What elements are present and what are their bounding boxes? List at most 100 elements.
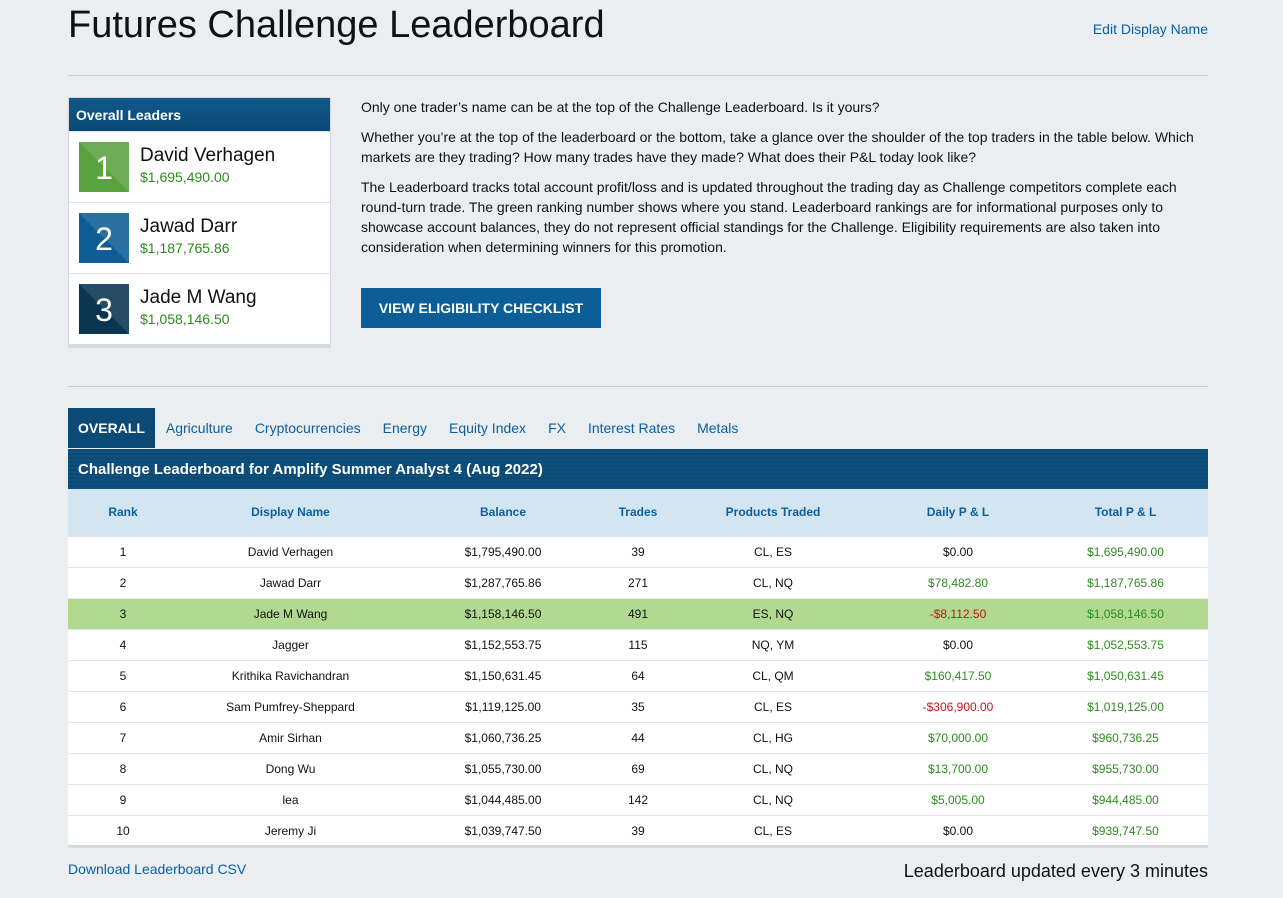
- cell-display-name: Jawad Darr: [259, 575, 322, 590]
- cell-rank: 5: [119, 668, 127, 683]
- leaderboard-title: Challenge Leaderboard for Amplify Summer…: [68, 449, 1208, 489]
- cell-rank: 6: [119, 699, 127, 714]
- cell-daily-pnl: $160,417.50: [924, 668, 992, 683]
- cell-trades: 35: [631, 699, 645, 714]
- column-header-daily-pnl[interactable]: Daily P & L: [873, 489, 1043, 536]
- cell-display-name: Jagger: [272, 637, 309, 652]
- cell-products-traded: CL, ES: [753, 823, 792, 838]
- cell-display-name: Sam Pumfrey-Sheppard: [226, 699, 355, 714]
- table-row: 8 Dong Wu $1,055,730.00 69 CL, NQ $13,700.00 $…: [68, 753, 1208, 784]
- cell-balance: $1,060,736.25: [464, 730, 542, 745]
- leader-balance: $1,058,146.50: [140, 311, 230, 327]
- cell-daily-pnl: $78,482.80: [927, 575, 989, 590]
- page: Futures Challenge Leaderboard Edit Displ…: [68, 0, 1208, 881]
- cell-display-name: David Verhagen: [247, 544, 334, 559]
- column-header-total-pnl[interactable]: Total P & L: [1043, 489, 1208, 536]
- tab-energy[interactable]: Energy: [372, 408, 438, 448]
- view-eligibility-checklist-button[interactable]: VIEW ELIGIBILITY CHECKLIST: [361, 288, 601, 328]
- cell-rank: 4: [119, 637, 127, 652]
- page-title: Futures Challenge Leaderboard: [68, 4, 605, 46]
- tab-agriculture[interactable]: Agriculture: [155, 408, 244, 448]
- column-header-balance[interactable]: Balance: [403, 489, 603, 536]
- edit-display-name-link[interactable]: Edit Display Name: [1093, 21, 1208, 37]
- cell-trades: 69: [631, 761, 645, 776]
- tab-overall[interactable]: OVERALL: [68, 408, 155, 448]
- cell-display-name: Jeremy Ji: [264, 823, 317, 838]
- cell-products-traded: CL, HG: [752, 730, 793, 745]
- page-header: Futures Challenge Leaderboard Edit Displ…: [68, 0, 1208, 76]
- leaderboard-body: 1 David Verhagen $1,795,490.00 39 CL, ES $0.0…: [68, 536, 1208, 846]
- column-header-trades[interactable]: Trades: [603, 489, 673, 536]
- cell-daily-pnl: $0.00: [942, 823, 974, 838]
- cell-daily-pnl: $13,700.00: [927, 761, 989, 776]
- intro-paragraph: Whether you’re at the top of the leaderb…: [361, 129, 1194, 165]
- table-row: 2 Jawad Darr $1,287,765.86 271 CL, NQ $78,482…: [68, 567, 1208, 598]
- intro-paragraph: Only one trader’s name can be at the top…: [361, 99, 880, 115]
- cell-products-traded: NQ, YM: [751, 637, 795, 652]
- cell-products-traded: ES, NQ: [752, 606, 794, 621]
- cell-trades: 39: [631, 544, 645, 559]
- cell-daily-pnl: -$306,900.00: [922, 699, 994, 714]
- cell-display-name: lea: [282, 792, 299, 807]
- leader-balance: $1,695,490.00: [140, 169, 230, 185]
- cell-total-pnl: $1,695,490.00: [1087, 544, 1164, 559]
- cell-balance: $1,795,490.00: [464, 544, 542, 559]
- cell-balance: $1,044,485.00: [464, 792, 542, 807]
- rank-badge: 2: [79, 213, 129, 263]
- cell-total-pnl: $1,019,125.00: [1087, 699, 1164, 714]
- cell-balance: $1,119,125.00: [465, 699, 541, 714]
- overall-leaders-card: Overall Leaders 1 David Verhagen $1,695,…: [68, 97, 331, 348]
- cell-products-traded: CL, NQ: [752, 761, 793, 776]
- cell-total-pnl: $1,058,146.50: [1087, 606, 1164, 621]
- tab-fx[interactable]: FX: [537, 408, 577, 448]
- column-header-display-name[interactable]: Display Name: [178, 489, 403, 536]
- table-row: 5 Krithika Ravichandran $1,150,631.45 64 CL,…: [68, 660, 1208, 691]
- cell-products-traded: CL, ES: [753, 699, 792, 714]
- rank-badge: 3: [79, 284, 129, 334]
- column-header-rank[interactable]: Rank: [68, 489, 178, 536]
- cell-rank: 9: [119, 792, 127, 807]
- cell-products-traded: CL, NQ: [752, 792, 793, 807]
- tab-metals[interactable]: Metals: [686, 408, 749, 448]
- cell-total-pnl: $944,485.00: [1092, 792, 1159, 807]
- cell-rank: 2: [119, 575, 127, 590]
- tab-interest-rates[interactable]: Interest Rates: [577, 408, 686, 448]
- cell-rank: 3: [119, 606, 127, 621]
- cell-trades: 115: [628, 637, 648, 652]
- table-bottom-border: [68, 845, 1208, 848]
- cell-daily-pnl: $5,005.00: [931, 792, 985, 807]
- download-csv-link[interactable]: Download Leaderboard CSV: [68, 861, 246, 877]
- leader-item: 1 David Verhagen $1,695,490.00: [69, 131, 330, 202]
- table-row: 10 Jeremy Ji $1,039,747.50 39 CL, ES $0.00 $93…: [68, 815, 1208, 846]
- cell-display-name: Jade M Wang: [253, 606, 328, 621]
- table-row: 9 lea $1,044,485.00 142 CL, NQ $5,005.00 $944,…: [68, 784, 1208, 815]
- cell-display-name: Amir Sirhan: [259, 730, 322, 745]
- cell-daily-pnl: $0.00: [942, 637, 974, 652]
- update-note: Leaderboard updated every 3 minutes: [903, 861, 1208, 881]
- leader-balance: $1,187,765.86: [140, 240, 230, 256]
- cell-total-pnl: $1,187,765.86: [1087, 575, 1164, 590]
- cell-rank: 8: [119, 761, 127, 776]
- leader-name: Jade M Wang: [140, 287, 257, 308]
- cell-balance: $1,287,765.86: [464, 575, 542, 590]
- cell-balance: $1,152,553.75: [464, 637, 542, 652]
- cell-products-traded: CL, ES: [753, 544, 792, 559]
- cell-display-name: Dong Wu: [265, 761, 316, 776]
- tab-cryptocurrencies[interactable]: Cryptocurrencies: [244, 408, 372, 448]
- cell-trades: 142: [627, 792, 649, 807]
- tab-equity-index[interactable]: Equity Index: [438, 408, 537, 448]
- cell-trades: 44: [631, 730, 645, 745]
- column-header-products-traded[interactable]: Products Traded: [673, 489, 873, 536]
- cell-display-name: Krithika Ravichandran: [231, 668, 350, 683]
- leader-name: David Verhagen: [140, 145, 276, 166]
- cell-products-traded: CL, NQ: [752, 575, 793, 590]
- cell-daily-pnl: $70,000.00: [927, 730, 989, 745]
- category-tabs: OVERALL Agriculture Cryptocurrencies Ene…: [68, 408, 749, 448]
- cell-products-traded: CL, QM: [752, 668, 794, 683]
- table-row: 3 Jade M Wang $1,158,146.50 491 ES, NQ -$8,11…: [68, 598, 1208, 629]
- intro-text: Only one trader’s name can be at the top…: [361, 97, 1211, 267]
- cell-balance: $1,150,631.45: [464, 668, 542, 683]
- intro-paragraph: The Leaderboard tracks total account pro…: [361, 179, 1177, 255]
- cell-total-pnl: $1,052,553.75: [1087, 637, 1164, 652]
- cell-rank: 10: [116, 823, 130, 838]
